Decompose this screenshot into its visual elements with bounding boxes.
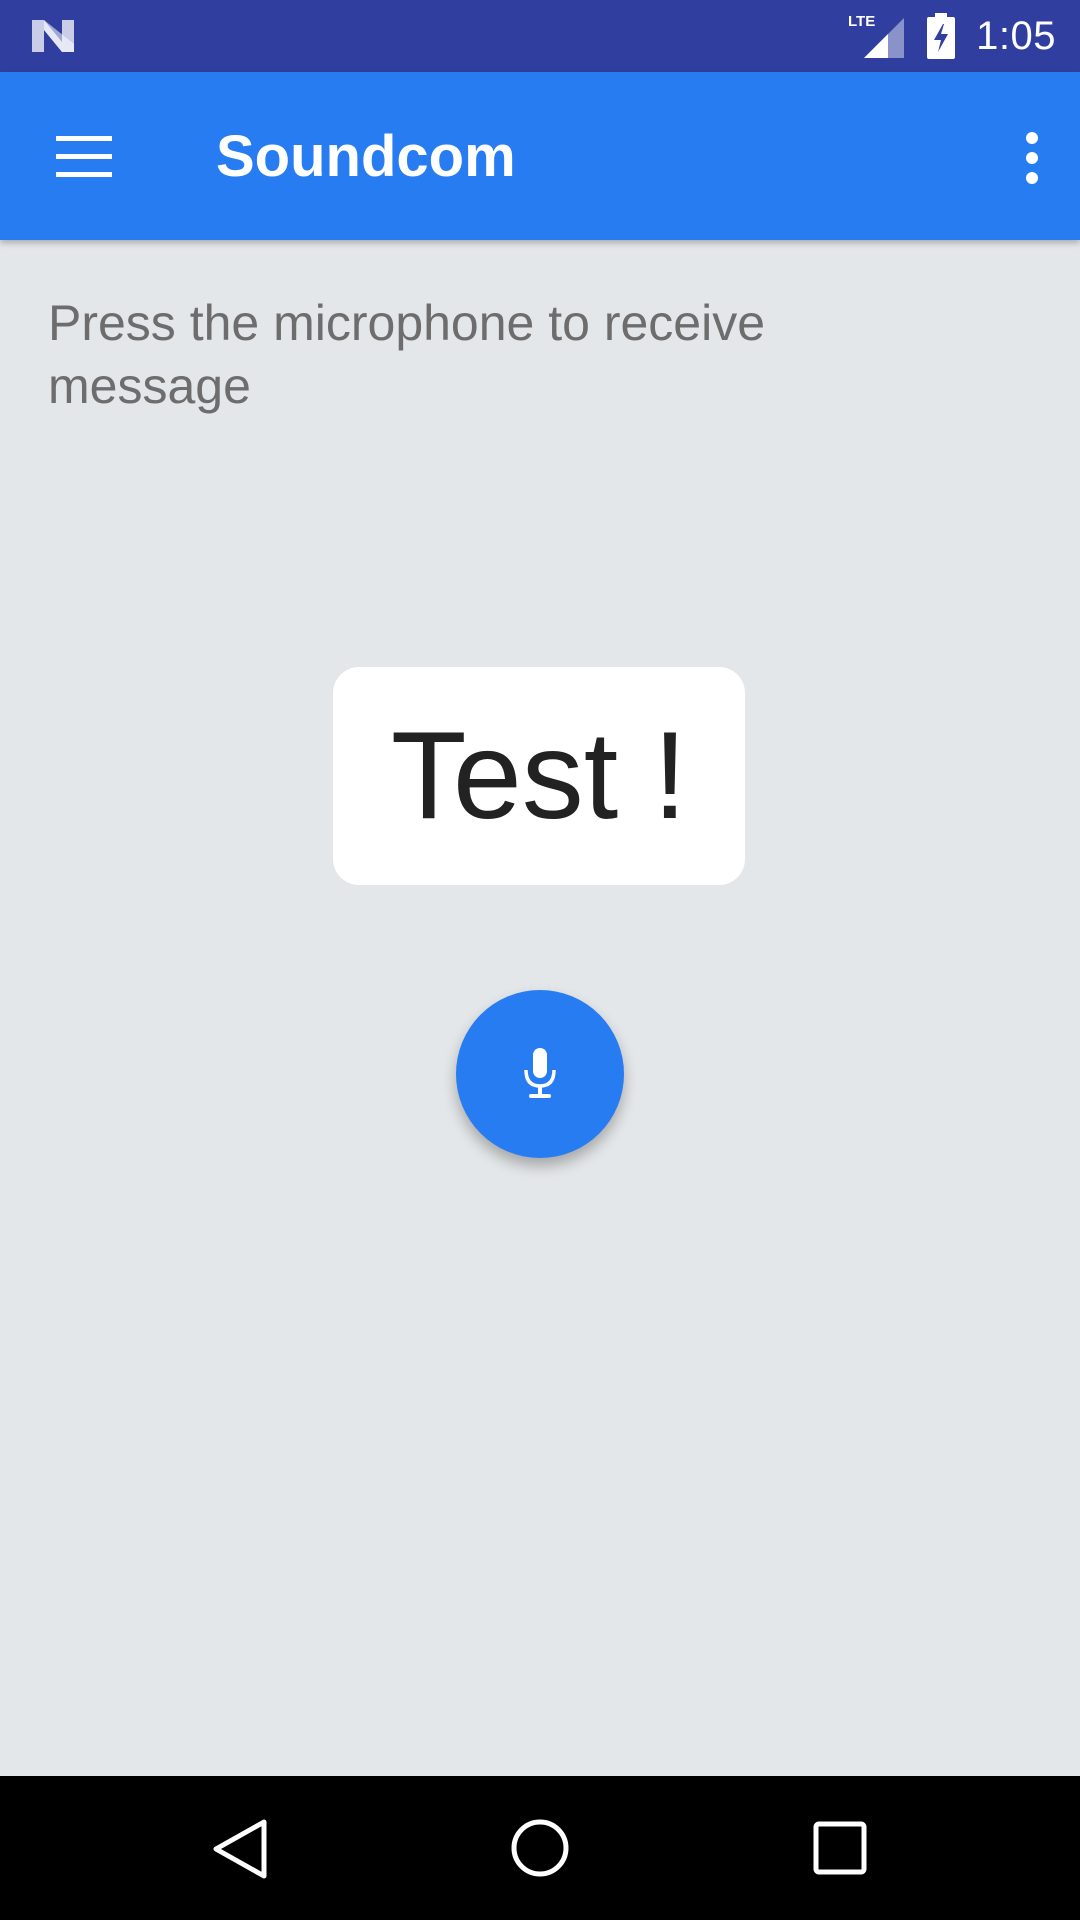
- status-bar: LTE 1:05: [0, 0, 1080, 72]
- instruction-text: Press the microphone to receive message: [48, 295, 766, 414]
- overflow-menu-button[interactable]: [1002, 112, 1062, 202]
- notification-n-icon: [32, 20, 74, 52]
- microphone-button[interactable]: [456, 990, 624, 1158]
- navigation-bar: [0, 1776, 1080, 1920]
- status-right-group: LTE 1:05: [848, 0, 1056, 72]
- back-icon[interactable]: [206, 1816, 278, 1882]
- received-message: Test !: [390, 707, 688, 845]
- app-bar: Soundcom: [0, 72, 1080, 240]
- lte-label: LTE: [848, 13, 875, 30]
- status-time: 1:05: [976, 13, 1056, 58]
- app-title: Soundcom: [216, 124, 516, 189]
- message-card: Test !: [333, 667, 745, 885]
- microphone-icon: [524, 1048, 556, 1098]
- battery-charging-icon: [927, 13, 956, 59]
- home-icon[interactable]: [508, 1816, 572, 1880]
- recents-icon[interactable]: [812, 1820, 868, 1876]
- lte-signal-icon: LTE: [848, 13, 905, 58]
- hamburger-menu-button[interactable]: [38, 114, 130, 198]
